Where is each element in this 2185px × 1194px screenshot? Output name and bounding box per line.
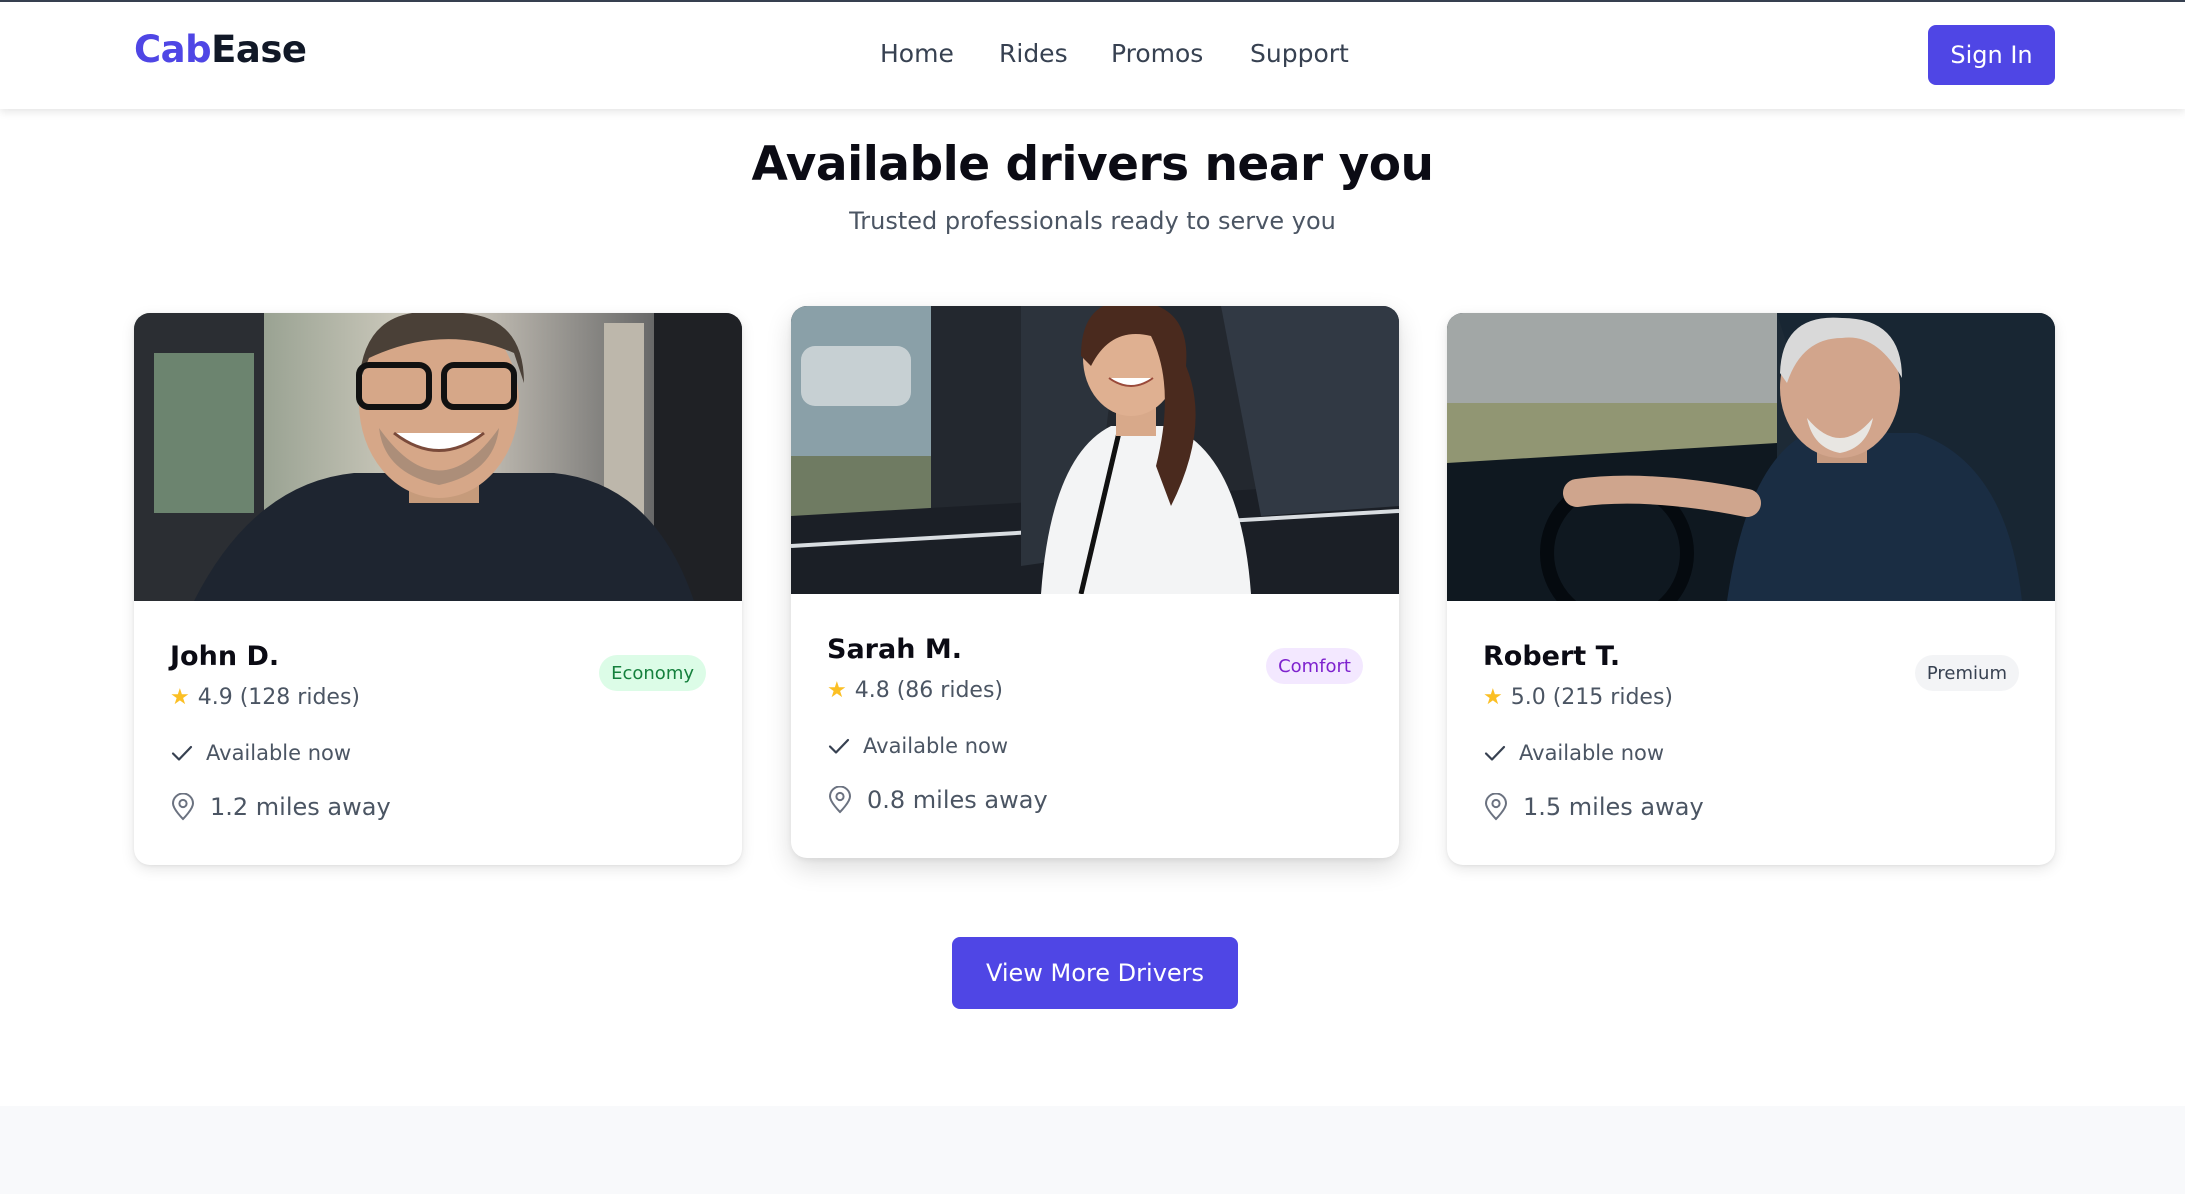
rating-text: 4.8 (86 rides) [854,678,1003,703]
map-pin-icon [828,786,852,814]
page-title: Available drivers near you [751,137,1434,192]
availability: Available now [170,741,351,765]
nav-promos[interactable]: Promos [1111,39,1203,68]
driver-rating: ★ 4.8 (86 rides) [827,678,1003,703]
rating-text: 4.9 (128 rides) [197,685,360,710]
driver-photo [1447,313,2055,601]
driver-photo [134,313,742,601]
sign-in-button[interactable]: Sign In [1928,25,2055,85]
nav-home[interactable]: Home [880,39,954,68]
availability: Available now [1483,741,1664,765]
map-pin-icon [1484,793,1508,821]
tier-badge-comfort: Comfort [1266,648,1363,684]
site-header: CabEase Home Rides Promos Support Sign I… [0,2,2185,109]
driver-rating: ★ 4.9 (128 rides) [170,685,360,710]
star-icon: ★ [827,678,847,703]
view-more-drivers-button[interactable]: View More Drivers [952,937,1238,1009]
driver-name: John D. [170,641,280,672]
driver-card-robert[interactable]: Robert T. ★ 5.0 (215 rides) Premium Avai… [1447,313,2055,865]
map-pin-icon [171,793,195,821]
distance-text: 0.8 miles away [867,786,1048,814]
availability: Available now [827,734,1008,758]
check-icon [828,738,850,754]
distance: 1.2 miles away [170,793,391,821]
driver-rating: ★ 5.0 (215 rides) [1483,685,1673,710]
driver-name: Robert T. [1483,641,1621,672]
tier-badge-premium: Premium [1914,655,2019,691]
page-subtitle: Trusted professionals ready to serve you [849,207,1336,235]
star-icon: ★ [1483,685,1503,710]
rating-text: 5.0 (215 rides) [1510,685,1673,710]
distance: 0.8 miles away [827,786,1048,814]
availability-text: Available now [206,741,352,765]
star-icon: ★ [170,685,190,710]
check-icon [1484,745,1506,761]
availability-text: Available now [1519,741,1665,765]
nav-support[interactable]: Support [1250,39,1349,68]
tier-badge-economy: Economy [599,655,706,691]
availability-text: Available now [863,734,1009,758]
distance-text: 1.5 miles away [1523,793,1704,821]
footer-section [0,1106,2185,1194]
driver-card-john[interactable]: John D. ★ 4.9 (128 rides) Economy Availa… [134,313,742,865]
driver-photo [791,306,1399,594]
driver-card-sarah[interactable]: Sarah M. ★ 4.8 (86 rides) Comfort Availa… [791,306,1399,858]
driver-name: Sarah M. [827,634,962,665]
distance-text: 1.2 miles away [210,793,391,821]
main-nav: Home Rides Promos Support [0,39,2185,75]
nav-rides[interactable]: Rides [999,39,1068,68]
distance: 1.5 miles away [1483,793,1704,821]
check-icon [171,745,193,761]
